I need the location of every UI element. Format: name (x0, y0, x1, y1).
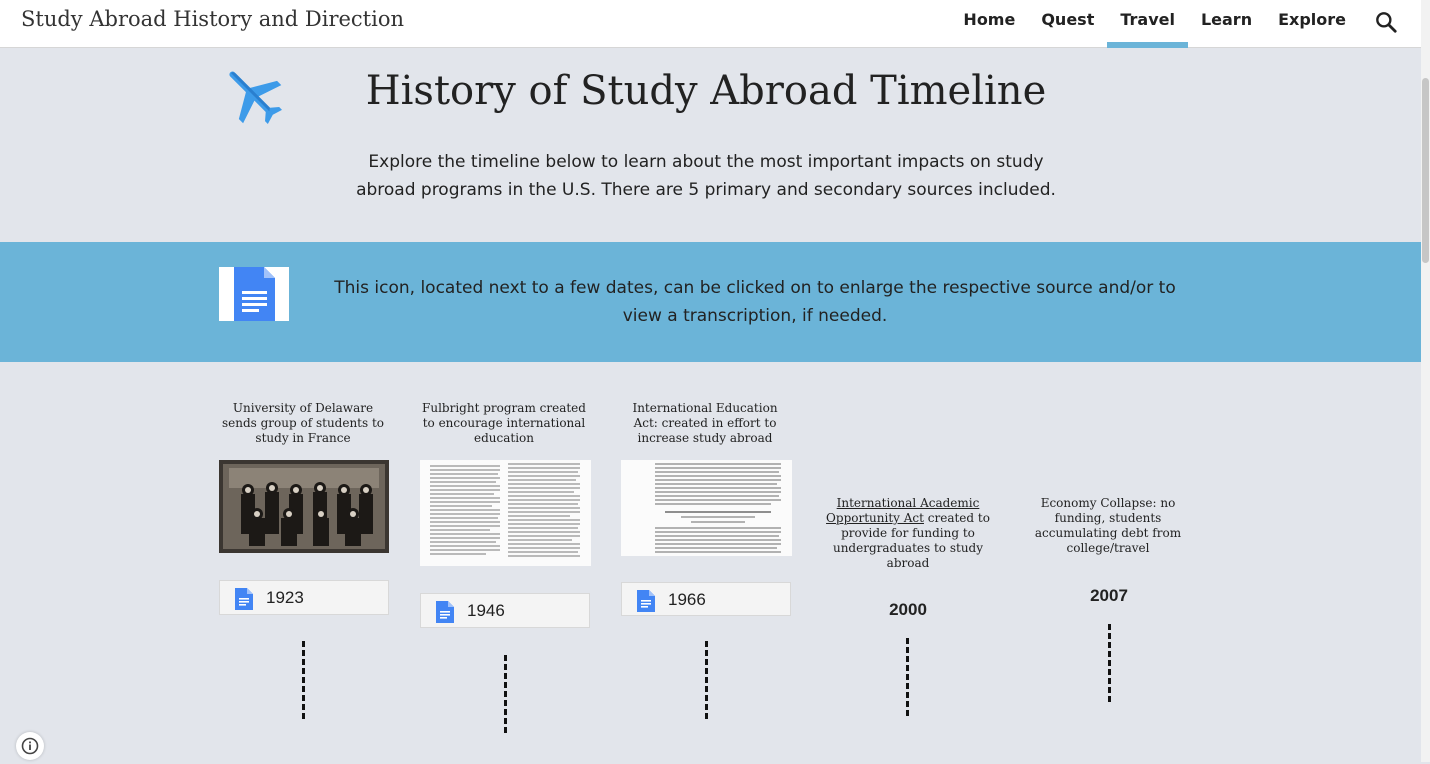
google-docs-icon (234, 267, 275, 321)
notice-icon-box (219, 267, 289, 321)
timeline-event-2000: International Academic Opportunity Act c… (823, 496, 993, 571)
info-icon (21, 737, 39, 755)
top-navigation-bar: Study Abroad History and Direction Home … (0, 0, 1421, 48)
timeline-connector (705, 641, 708, 719)
timeline-event-2007: Economy Collapse: no funding, students a… (1023, 496, 1193, 556)
timeline-event-1966: International Education Act: created in … (620, 401, 790, 446)
date-label: 1923 (266, 588, 304, 607)
date-label-2000: 2000 (889, 600, 927, 619)
site-title[interactable]: Study Abroad History and Direction (21, 7, 404, 31)
nav-menu: Home Quest Travel Learn Explore (950, 0, 1359, 48)
timeline-connector (1108, 624, 1111, 702)
timeline-event-1923: University of Delaware sends group of st… (218, 401, 388, 446)
date-button-1923[interactable]: 1923 (219, 580, 389, 615)
nav-item-quest[interactable]: Quest (1028, 0, 1107, 47)
intro-text: Explore the timeline below to learn abou… (356, 152, 1056, 200)
google-docs-icon (235, 588, 253, 610)
page-title: History of Study Abroad Timeline (365, 68, 1047, 114)
notice-text: This icon, located next to a few dates, … (334, 278, 1176, 326)
timeline-connector (906, 638, 909, 716)
scrollbar[interactable] (1421, 0, 1430, 762)
scrollbar-thumb[interactable] (1422, 78, 1429, 263)
date-button-1946[interactable]: 1946 (420, 593, 590, 628)
event-caption: University of Delaware sends group of st… (221, 401, 385, 445)
date-button-1966[interactable]: 1966 (621, 582, 791, 616)
nav-item-home[interactable]: Home (950, 0, 1028, 47)
source-document-1946[interactable] (420, 460, 591, 566)
timeline-connector (504, 655, 507, 733)
timeline-connector (302, 641, 305, 719)
source-photo-1923[interactable] (219, 460, 389, 553)
event-caption: Fulbright program created to encourage i… (422, 401, 586, 445)
date-label: 1946 (467, 601, 505, 620)
airplane-icon (218, 60, 288, 130)
nav-item-learn[interactable]: Learn (1188, 0, 1265, 47)
search-button[interactable] (1373, 9, 1399, 35)
nav-item-travel[interactable]: Travel (1107, 0, 1188, 48)
event-caption: International Academic Opportunity Act c… (823, 496, 993, 571)
event-caption: International Education Act: created in … (632, 401, 778, 445)
timeline-event-1946: Fulbright program created to encourage i… (419, 401, 589, 446)
search-icon (1376, 12, 1397, 33)
notice-band: This icon, located next to a few dates, … (0, 242, 1421, 362)
event-caption: Economy Collapse: no funding, students a… (1034, 496, 1182, 555)
site-info-button[interactable] (16, 732, 44, 760)
google-docs-icon (436, 601, 454, 623)
google-docs-icon (637, 590, 655, 612)
nav-item-explore[interactable]: Explore (1265, 0, 1359, 47)
source-document-1966[interactable] (621, 460, 792, 556)
date-label-2007: 2007 (1090, 586, 1128, 605)
date-label: 1966 (668, 590, 706, 609)
